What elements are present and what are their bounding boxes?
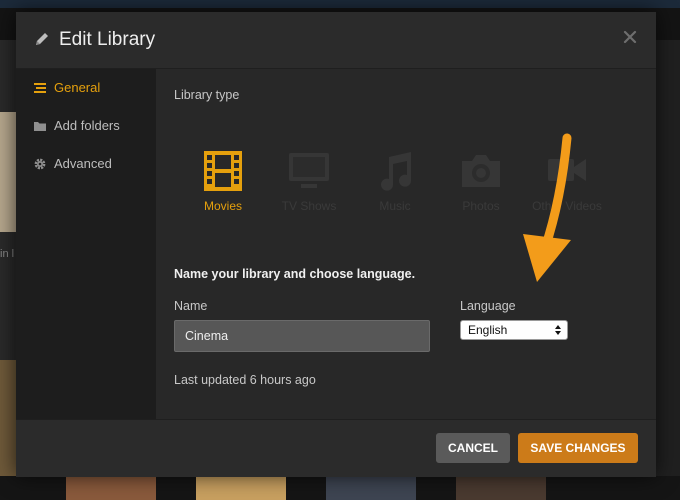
language-select-value: English [468,323,508,337]
dialog-sidebar: General Add folders Advanced [16,69,156,419]
library-type-tv-shows[interactable]: TV Shows [266,149,352,219]
background-left-strip: in l [0,40,16,480]
library-type-movies[interactable]: Movies [180,149,266,219]
dialog-footer: CANCEL SAVE CHANGES [16,419,656,477]
folder-icon [34,122,46,131]
library-type-label: Movies [203,199,242,213]
tv-icon [289,153,329,188]
background-poster [66,476,156,500]
language-select[interactable]: English [460,320,568,340]
sidebar-item-general[interactable]: General [16,75,156,101]
name-field-label: Name [174,299,208,313]
dialog-header: Edit Library [16,12,656,69]
background-posters [0,476,680,500]
background-topbar [0,0,680,8]
save-changes-button[interactable]: SAVE CHANGES [518,433,638,463]
pencil-icon [36,33,48,45]
sidebar-item-label: Add folders [54,118,120,133]
film-icon [204,151,242,191]
select-arrows-icon [555,325,561,335]
library-type-music[interactable]: Music [352,149,438,219]
background-poster [456,476,546,500]
list-icon [34,83,46,93]
cancel-button[interactable]: CANCEL [436,433,510,463]
background-thumbnail [0,360,16,480]
name-section-heading: Name your library and choose language. [174,267,416,281]
music-note-icon [381,152,411,191]
sidebar-item-label: Advanced [54,156,112,171]
background-text: in l [0,248,15,260]
library-name-input[interactable] [174,320,430,352]
library-type-photos[interactable]: Photos [438,149,524,219]
annotation-arrow-icon [523,133,572,282]
background-poster [326,476,416,500]
camera-icon [462,155,500,187]
background-poster [196,476,286,500]
last-updated-text: Last updated 6 hours ago [174,373,316,387]
sidebar-item-advanced[interactable]: Advanced [16,151,156,177]
library-type-label: Photos [462,199,500,213]
library-type-label: TV Shows [281,199,337,213]
dialog-title: Edit Library [59,29,156,50]
sidebar-item-add-folders[interactable]: Add folders [16,113,156,139]
library-type-label: Music [379,199,411,213]
library-type-label: Library type [174,88,240,102]
gear-icon [34,158,46,170]
close-icon[interactable] [623,30,637,44]
background-right-strip [656,40,680,480]
sidebar-item-label: General [54,80,101,95]
background-thumbnail [0,112,16,232]
language-field-label: Language [460,299,516,313]
